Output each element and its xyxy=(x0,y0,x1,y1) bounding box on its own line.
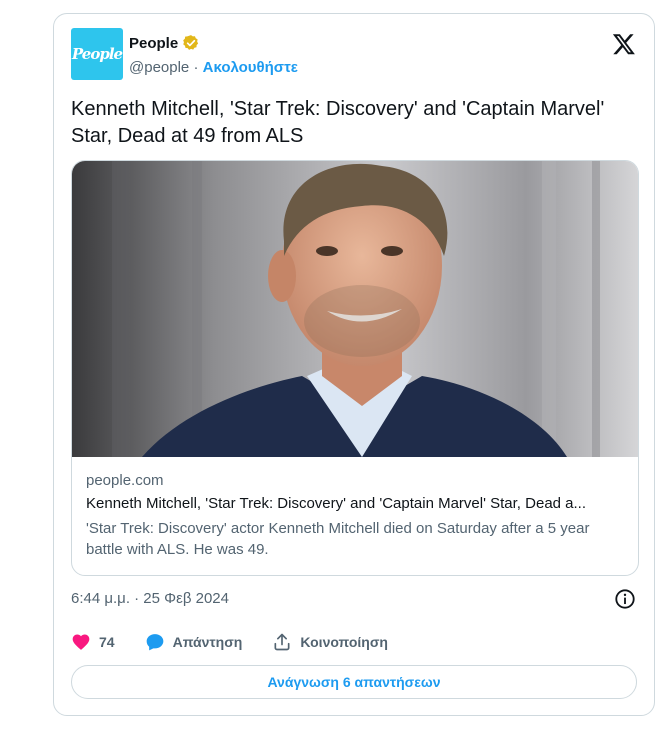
verified-badge-icon xyxy=(183,35,199,50)
avatar-logo-text: People xyxy=(71,45,123,63)
heart-icon xyxy=(72,634,90,650)
tweet-card: People People @people · Ακολουθήστε Kenn… xyxy=(53,13,655,716)
preview-description: 'Star Trek: Discovery' actor Kenneth Mit… xyxy=(86,520,590,558)
preview-text-block: people.com Kenneth Mitchell, 'Star Trek:… xyxy=(86,472,626,560)
preview-domain: people.com xyxy=(86,472,164,489)
read-replies-button[interactable]: Ανάγνωση 6 απαντήσεων xyxy=(71,665,637,699)
share-button[interactable]: Κοινοποίηση xyxy=(272,632,388,652)
x-logo-icon[interactable] xyxy=(612,32,636,56)
action-bar: 74 Απάντηση Κοινοποίηση xyxy=(71,632,418,652)
author-name[interactable]: People xyxy=(129,35,178,52)
handle-row: @people · Ακολουθήστε xyxy=(129,59,298,76)
separator-dot: · xyxy=(193,59,199,76)
share-upload-icon xyxy=(274,633,290,651)
tweet-timestamp[interactable]: 6:44 μ.μ. · 25 Φεβ 2024 xyxy=(71,590,229,607)
like-count: 74 xyxy=(99,634,115,650)
author-handle[interactable]: @people xyxy=(129,59,189,76)
preview-photo xyxy=(72,161,638,457)
info-icon[interactable] xyxy=(614,588,636,610)
preview-title: Kenneth Mitchell, 'Star Trek: Discovery'… xyxy=(86,495,587,512)
follow-button[interactable]: Ακολουθήστε xyxy=(203,59,298,76)
like-button[interactable]: 74 xyxy=(71,632,115,652)
reply-button[interactable]: Απάντηση xyxy=(145,632,243,652)
avatar[interactable]: People xyxy=(71,28,123,80)
reply-bubble-icon xyxy=(146,634,163,651)
share-label: Κοινοποίηση xyxy=(300,634,388,650)
tweet-text: Kenneth Mitchell, 'Star Trek: Discovery'… xyxy=(71,98,605,147)
link-preview-card[interactable]: people.com Kenneth Mitchell, 'Star Trek:… xyxy=(71,160,639,576)
author-name-row[interactable]: People xyxy=(129,34,200,52)
reply-label: Απάντηση xyxy=(172,634,243,650)
